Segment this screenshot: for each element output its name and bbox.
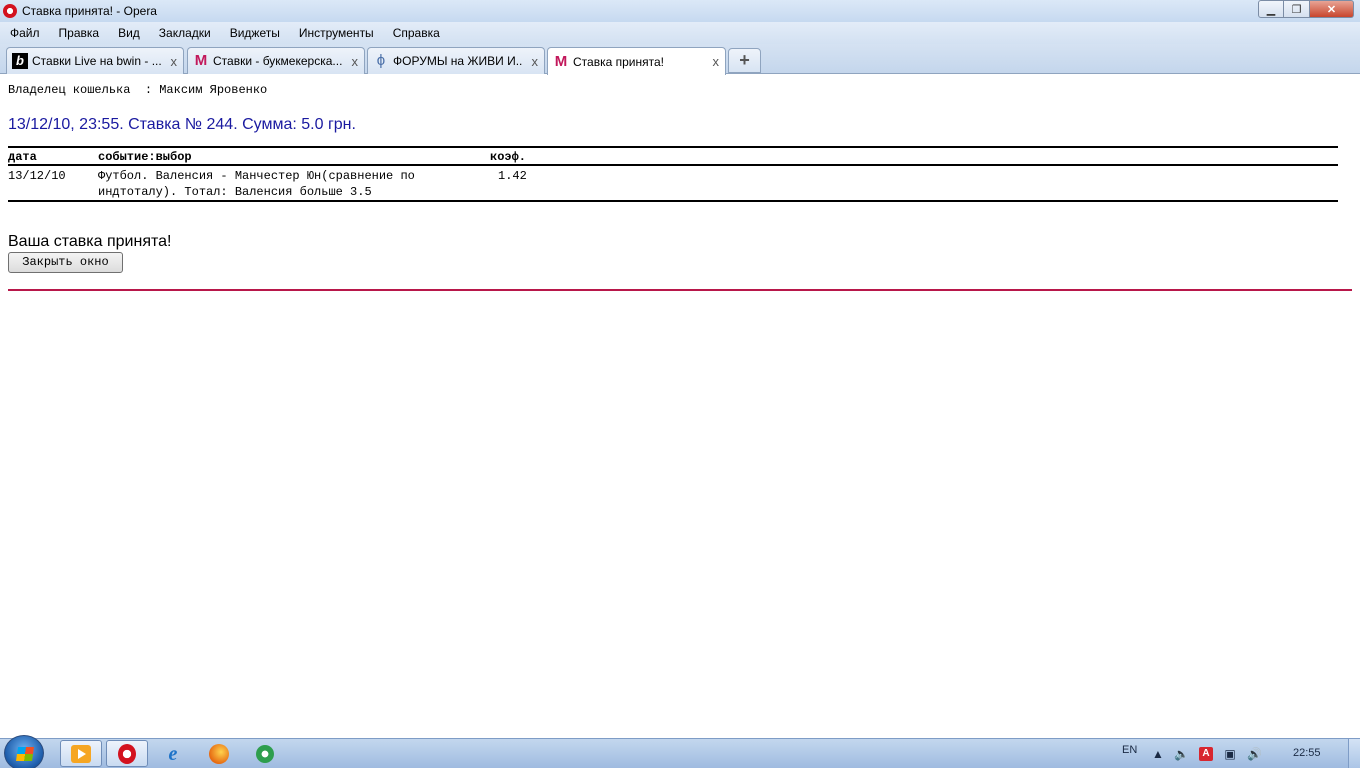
separator-line	[8, 289, 1352, 291]
menu-bookmarks[interactable]: Закладки	[159, 26, 211, 40]
opera-icon	[118, 743, 136, 764]
green-app-icon	[256, 744, 274, 763]
taskbar-ie[interactable]: e	[152, 740, 194, 767]
table-row: 13/12/10 Футбол. Валенсия - Манчестер Юн…	[8, 165, 1338, 201]
tab-label: Ставки - букмекерска...	[213, 54, 343, 68]
tab-close-icon[interactable]: x	[713, 54, 720, 69]
accepted-message: Ваша ставка принята!	[8, 233, 172, 250]
tab-label: ФОРУМЫ на ЖИВИ И...	[393, 54, 523, 68]
close-button[interactable]: ✕	[1310, 0, 1354, 18]
firefox-icon	[209, 743, 229, 764]
tab-forums[interactable]: ϕ ФОРУМЫ на ЖИВИ И... x	[367, 47, 545, 74]
tab-close-icon[interactable]: x	[171, 54, 178, 69]
menu-view[interactable]: Вид	[118, 26, 140, 40]
marathon-m-icon: M	[554, 52, 568, 70]
bet-heading: 13/12/10, 23:55. Ставка № 244. Сумма: 5.…	[8, 116, 356, 133]
tab-label: Ставка принята!	[573, 54, 664, 69]
network-icon[interactable]: ▣	[1223, 747, 1237, 761]
tab-bar: b Ставки Live на bwin - ... x M Ставки -…	[0, 44, 1360, 75]
menu-file[interactable]: Файл	[10, 26, 40, 40]
taskbar: e EN ▲ 🔈 A ▣ 🔊 22:55	[0, 735, 1360, 768]
table-header-row: дата событие:выбор коэф.	[8, 147, 1338, 165]
opera-logo-icon	[3, 4, 17, 18]
title-bar: Ставка принята! - Opera ▁ ❐ ✕	[0, 0, 1360, 22]
restore-icon: ❐	[1291, 3, 1302, 16]
marathon-m-icon: M	[194, 52, 208, 69]
tab-label: Ставки Live на bwin - ...	[32, 54, 162, 68]
bets-table: дата событие:выбор коэф. 13/12/10 Футбол…	[8, 146, 1338, 202]
tab-bwin[interactable]: b Ставки Live на bwin - ... x	[6, 47, 184, 74]
row-date: 13/12/10	[8, 169, 66, 183]
menu-tools[interactable]: Инструменты	[299, 26, 374, 40]
tab-close-icon[interactable]: x	[352, 54, 359, 69]
window-title: Ставка принята! - Opera	[22, 4, 157, 18]
wallet-owner: Владелец кошелька : Максим Яровенко	[8, 83, 268, 97]
new-tab-button[interactable]: +	[728, 48, 761, 73]
row-odds: 1.42	[498, 169, 527, 183]
row-event: Футбол. Валенсия - Манчестер Юн(сравнени…	[98, 165, 490, 201]
taskbar-green-app[interactable]	[244, 740, 286, 767]
tab-bet-accepted[interactable]: M Ставка принята! x	[547, 47, 726, 75]
tab-bets[interactable]: M Ставки - букмекерска... x	[187, 47, 365, 74]
row-event-line2: индтоталу). Тотал: Валенсия больше 3.5	[98, 185, 372, 199]
header-date: дата	[8, 150, 37, 164]
page-content: Владелец кошелька : Максим Яровенко 13/1…	[0, 75, 1360, 738]
menu-help[interactable]: Справка	[393, 26, 440, 40]
forum-icon: ϕ	[376, 52, 386, 69]
antivirus-icon[interactable]: A	[1199, 747, 1213, 761]
media-player-icon	[71, 744, 91, 763]
show-desktop-button[interactable]	[1348, 739, 1360, 768]
minimize-icon: ▁	[1266, 3, 1276, 16]
language-indicator[interactable]: EN	[1122, 744, 1137, 756]
taskbar-media-player[interactable]	[60, 740, 102, 767]
volume-icon[interactable]: 🔊	[1247, 747, 1262, 761]
start-button[interactable]	[4, 735, 44, 768]
plus-icon: +	[739, 50, 750, 70]
tab-close-icon[interactable]: x	[532, 54, 539, 69]
taskbar-opera[interactable]	[106, 740, 148, 767]
taskbar-firefox[interactable]	[198, 740, 240, 767]
bwin-icon: b	[12, 53, 28, 69]
close-icon: ✕	[1326, 3, 1337, 16]
header-event: событие:выбор	[98, 150, 192, 164]
internet-explorer-icon: e	[168, 742, 178, 765]
minimize-button[interactable]: ▁	[1258, 0, 1284, 18]
window-controls: ▁ ❐ ✕	[1258, 0, 1354, 18]
show-hidden-icons-icon[interactable]: ▲	[1151, 747, 1165, 761]
row-event-line1: Футбол. Валенсия - Манчестер Юн(сравнени…	[98, 169, 415, 183]
clock[interactable]: 22:55	[1293, 747, 1321, 759]
menu-widgets[interactable]: Виджеты	[230, 26, 280, 40]
close-window-button[interactable]: Закрыть окно	[8, 252, 123, 273]
menu-bar: Файл Правка Вид Закладки Виджеты Инструм…	[0, 22, 1360, 44]
menu-edit[interactable]: Правка	[59, 26, 100, 40]
header-odds: коэф.	[490, 150, 527, 164]
maximize-button[interactable]: ❐	[1284, 0, 1310, 18]
speaker-muted-icon[interactable]: 🔈	[1174, 747, 1189, 761]
